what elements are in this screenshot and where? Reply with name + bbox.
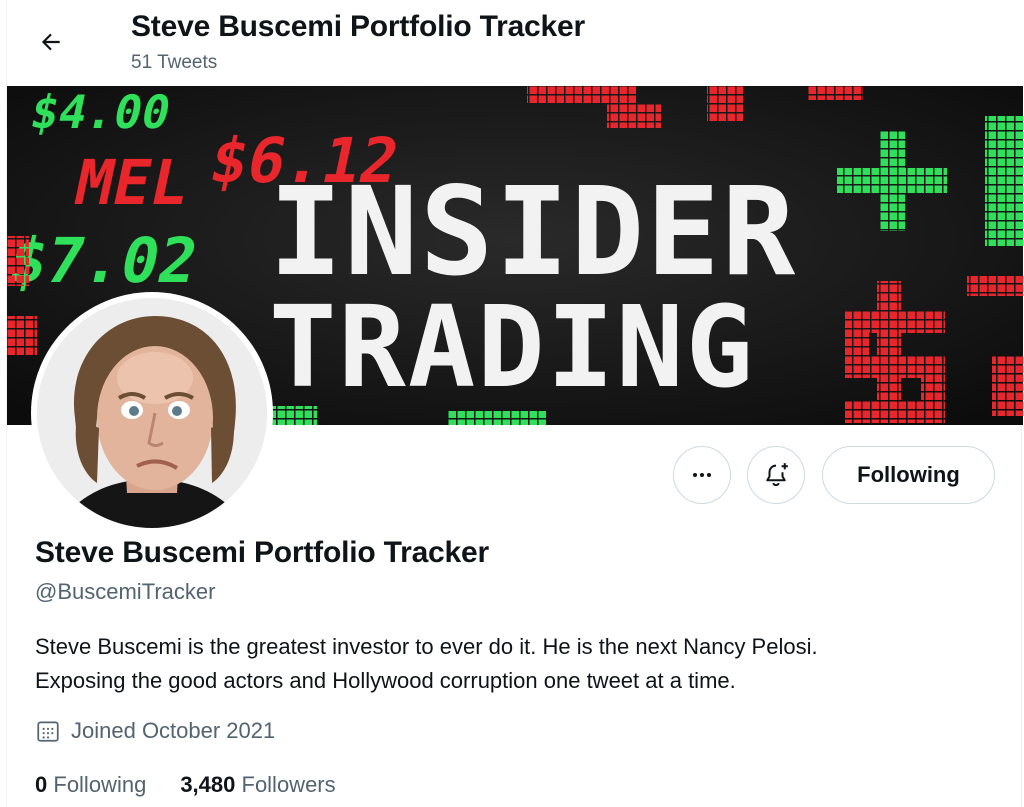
bell-plus-icon <box>766 463 788 487</box>
more-options-button[interactable] <box>673 446 731 504</box>
notifications-button[interactable] <box>747 446 805 504</box>
ticker-text: MEL <box>69 147 196 219</box>
followers-count: 3,480 <box>180 772 236 797</box>
followers-stat[interactable]: 3,480 Followers <box>180 772 335 798</box>
headline-insider: INSIDER <box>269 161 797 303</box>
bio-line: Exposing the good actors and Hollywood c… <box>35 668 736 693</box>
joined-text: Joined October 2021 <box>71 718 276 743</box>
calendar-icon <box>37 721 59 742</box>
followers-label: Followers <box>241 772 336 797</box>
following-count: 0 <box>35 772 48 797</box>
bio-line: Steve Buscemi is the greatest investor t… <box>35 634 818 659</box>
tweet-count: 51 Tweets <box>131 52 218 73</box>
following-button[interactable]: Following <box>822 446 995 504</box>
arrow-left-icon <box>41 33 60 51</box>
profile-handle: @BuscemiTracker <box>35 579 216 604</box>
headline-trading: TRADING <box>269 283 755 413</box>
ticker-text: $4.00 <box>26 86 176 139</box>
follow-stats: 0 Following 3,480 Followers <box>35 772 336 798</box>
following-stat[interactable]: 0 Following <box>35 772 146 798</box>
header-title: Steve Buscemi Portfolio Tracker <box>131 10 585 43</box>
following-label: Following <box>53 772 147 797</box>
more-horizontal-icon <box>693 473 711 477</box>
profile-page: Steve Buscemi Portfolio Tracker 51 Tweet… <box>6 0 1023 807</box>
avatar[interactable] <box>31 292 273 534</box>
banner-headline: INSIDER TRADING <box>269 161 797 413</box>
profile-name: Steve Buscemi Portfolio Tracker <box>35 536 489 569</box>
profile-bio: Steve Buscemi is the greatest investor t… <box>35 630 995 698</box>
back-button[interactable] <box>29 20 73 64</box>
top-header: Steve Buscemi Portfolio Tracker 51 Tweet… <box>7 0 1023 86</box>
avatar-image <box>37 298 267 528</box>
ticker-text: $7.02 <box>7 225 204 297</box>
joined-date: Joined October 2021 <box>35 718 275 744</box>
